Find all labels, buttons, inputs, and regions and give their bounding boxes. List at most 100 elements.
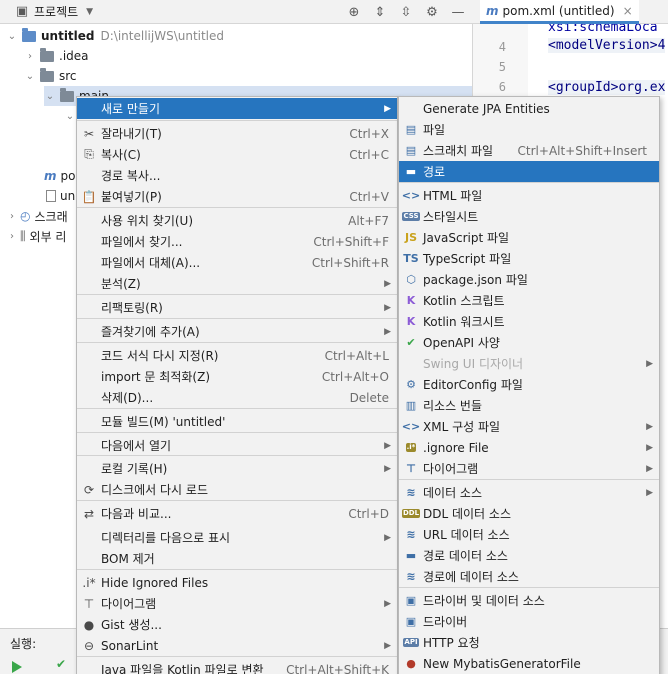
close-icon[interactable]: × xyxy=(623,4,633,18)
context-menu-item[interactable]: ⇄ 다음과 비교... Ctrl+D xyxy=(77,503,397,524)
context-menu-item[interactable]: 분석(Z) ▶ xyxy=(77,273,397,294)
menu-item-label: Swing UI 디자이너 xyxy=(423,357,524,371)
new-submenu-item[interactable]: ▤ 파일 xyxy=(399,119,659,140)
new-submenu-item[interactable]: ▬ 경로 xyxy=(399,161,659,182)
context-menu-item[interactable]: ⊤ 다이어그램 ▶ xyxy=(77,593,397,614)
project-panel-header: ▣ 프로젝트 ▼ ⊕ ⇕ ⇳ ⚙ — xyxy=(0,0,472,24)
line-number: 6 xyxy=(498,80,506,94)
context-menu-item[interactable]: 코드 서식 다시 지정(R) Ctrl+Alt+L xyxy=(77,345,397,366)
context-menu-item[interactable]: 파일에서 대체(A)... Ctrl+Shift+R xyxy=(77,252,397,273)
scratches-icon: ◴ xyxy=(20,209,31,223)
context-menu-item[interactable]: 로컬 기록(H) ▶ xyxy=(77,458,397,479)
collapse-arrow-icon[interactable]: › xyxy=(6,211,18,222)
new-submenu-item[interactable]: CSS 스타일시트 xyxy=(399,206,659,227)
new-submenu-item[interactable]: ≋ 경로에 데이터 소스 xyxy=(399,566,659,587)
context-menu-item[interactable]: Java 파일을 Kotlin 파일로 변환 Ctrl+Alt+Shift+K xyxy=(77,659,397,674)
context-menu-item[interactable]: 새로 만들기 ▶ xyxy=(77,98,397,119)
tree-node-pom[interactable]: m po xyxy=(44,166,75,186)
expand-all-icon[interactable]: ⇕ xyxy=(372,4,388,20)
run-icon[interactable] xyxy=(12,661,22,673)
context-menu-item[interactable]: ✂ 잘라내기(T) Ctrl+X xyxy=(77,123,397,144)
tree-node-idea[interactable]: › .idea xyxy=(24,46,89,66)
context-menu-item[interactable]: 리팩토링(R) ▶ xyxy=(77,297,397,318)
expand-arrow-icon[interactable]: ⌄ xyxy=(64,111,76,122)
context-menu-item[interactable]: ● Gist 생성... xyxy=(77,614,397,635)
menu-item-label: 분석(Z) xyxy=(101,277,141,291)
collapse-arrow-icon[interactable]: › xyxy=(6,231,18,242)
context-menu-item[interactable]: ⎘ 복사(C) Ctrl+C xyxy=(77,144,397,165)
collapse-all-icon[interactable]: ⇳ xyxy=(398,4,414,20)
menu-item-label: 경로 데이터 소스 xyxy=(423,549,508,563)
new-submenu-item[interactable]: K Kotlin 스크립트 xyxy=(399,290,659,311)
menu-item-label: 경로 복사... xyxy=(101,169,161,183)
tree-node-label: un xyxy=(60,189,76,203)
tree-node-untitled[interactable]: ⌄ untitled D:\intellijWS\untitled xyxy=(6,26,224,46)
diagram-icon: ⊤ xyxy=(83,596,95,611)
new-submenu-item[interactable]: ≋ URL 데이터 소스 xyxy=(399,524,659,545)
new-submenu-item[interactable]: ⊤ 다이어그램 ▶ xyxy=(399,458,659,479)
new-submenu-item[interactable]: ▬ 경로 데이터 소스 xyxy=(399,545,659,566)
context-menu-item[interactable]: 디렉터리를 다음으로 표시 ▶ xyxy=(77,527,397,548)
menu-item-label: import 문 최적화(Z) xyxy=(101,370,210,384)
menu-item-label: OpenAPI 사양 xyxy=(423,336,500,350)
submenu-arrow-icon: ▶ xyxy=(646,442,653,453)
new-submenu-item[interactable]: K Kotlin 워크시트 xyxy=(399,311,659,332)
new-submenu-item[interactable]: API HTTP 요청 xyxy=(399,632,659,653)
expand-arrow-icon[interactable]: ⌄ xyxy=(24,71,36,82)
context-menu-item[interactable]: import 문 최적화(Z) Ctrl+Alt+O xyxy=(77,366,397,387)
locate-icon[interactable]: ⊕ xyxy=(346,4,362,20)
new-submenu-item[interactable]: ≋ 데이터 소스 ▶ xyxy=(399,482,659,503)
submenu-arrow-icon: ▶ xyxy=(384,440,391,451)
editor-tab-pom[interactable]: m pom.xml (untitled) × xyxy=(480,0,639,24)
tree-node-iml[interactable]: un xyxy=(46,186,75,206)
context-menu-item[interactable]: 사용 위치 찾기(U) Alt+F7 xyxy=(77,210,397,231)
tree-node-child[interactable]: ⌄ xyxy=(64,106,76,126)
new-submenu-item[interactable]: <> XML 구성 파일 ▶ xyxy=(399,416,659,437)
folder-icon: ▬ xyxy=(405,165,417,178)
context-menu-item[interactable]: 📋 붙여넣기(P) Ctrl+V xyxy=(77,186,397,207)
expand-arrow-icon[interactable]: ⌄ xyxy=(6,31,18,42)
new-submenu-item[interactable]: ▥ 리소스 번들 xyxy=(399,395,659,416)
new-submenu-item[interactable]: ▣ 드라이버 및 데이터 소스 xyxy=(399,590,659,611)
new-submenu-item[interactable]: ⬡ package.json 파일 xyxy=(399,269,659,290)
new-submenu-item[interactable]: .i* .ignore File ▶ xyxy=(399,437,659,458)
new-submenu-item[interactable]: Generate JPA Entities xyxy=(399,98,659,119)
context-menu-item[interactable]: .i* Hide Ignored Files xyxy=(77,572,397,593)
tree-node-src[interactable]: ⌄ src xyxy=(24,66,77,86)
new-submenu-item[interactable]: <> HTML 파일 xyxy=(399,185,659,206)
collapse-arrow-icon[interactable]: › xyxy=(24,51,36,62)
new-submenu-item[interactable]: ✔ OpenAPI 사양 xyxy=(399,332,659,353)
context-menu-item[interactable]: 경로 복사... xyxy=(77,165,397,186)
menu-separator xyxy=(77,432,397,433)
context-menu-item[interactable]: 다음에서 열기 ▶ xyxy=(77,435,397,456)
hide-icon[interactable]: — xyxy=(450,4,466,20)
gear-icon[interactable]: ⚙ xyxy=(424,4,440,20)
menu-item-shortcut: Ctrl+Shift+R xyxy=(311,255,389,270)
context-menu-item[interactable]: BOM 제거 xyxy=(77,548,397,569)
context-menu-item[interactable]: ⟳ 디스크에서 다시 로드 xyxy=(77,479,397,500)
xml-config-icon: <> xyxy=(401,420,421,433)
context-menu-item[interactable]: 삭제(D)... Delete xyxy=(77,387,397,408)
new-submenu-item[interactable]: ▤ 스크래치 파일 Ctrl+Alt+Shift+Insert xyxy=(399,140,659,161)
tree-node-scratches[interactable]: › ◴ 스크래 xyxy=(6,206,68,226)
context-menu-item[interactable]: 파일에서 찾기... Ctrl+Shift+F xyxy=(77,231,397,252)
tree-node-external-libraries[interactable]: › ⫼ 외부 리 xyxy=(6,226,66,246)
new-submenu-item[interactable]: ▣ 드라이버 xyxy=(399,611,659,632)
project-view-selector[interactable]: ▣ 프로젝트 ▼ xyxy=(0,3,93,20)
new-submenu-item[interactable]: TS TypeScript 파일 xyxy=(399,248,659,269)
menu-item-label: Java 파일을 Kotlin 파일로 변환 xyxy=(101,663,264,674)
menu-separator xyxy=(77,294,397,295)
expand-arrow-icon[interactable]: ⌄ xyxy=(44,91,56,102)
new-submenu-item[interactable]: ⚙ EditorConfig 파일 xyxy=(399,374,659,395)
new-submenu-item[interactable]: DDL DDL 데이터 소스 xyxy=(399,503,659,524)
context-menu-item[interactable]: 모듈 빌드(M) 'untitled' xyxy=(77,411,397,432)
context-menu-item[interactable]: ⊖ SonarLint ▶ xyxy=(77,635,397,656)
new-submenu-item[interactable]: JS JavaScript 파일 xyxy=(399,227,659,248)
new-submenu-item[interactable]: ● New MybatisGeneratorFile xyxy=(399,653,659,674)
menu-separator xyxy=(77,318,397,319)
menu-item-label: 모듈 빌드(M) 'untitled' xyxy=(101,415,226,429)
submenu-arrow-icon: ▶ xyxy=(384,598,391,609)
menu-item-shortcut: Ctrl+D xyxy=(348,506,389,521)
ignore-icon: .i* xyxy=(82,575,96,590)
context-menu-item[interactable]: 즐겨찾기에 추가(A) ▶ xyxy=(77,321,397,342)
